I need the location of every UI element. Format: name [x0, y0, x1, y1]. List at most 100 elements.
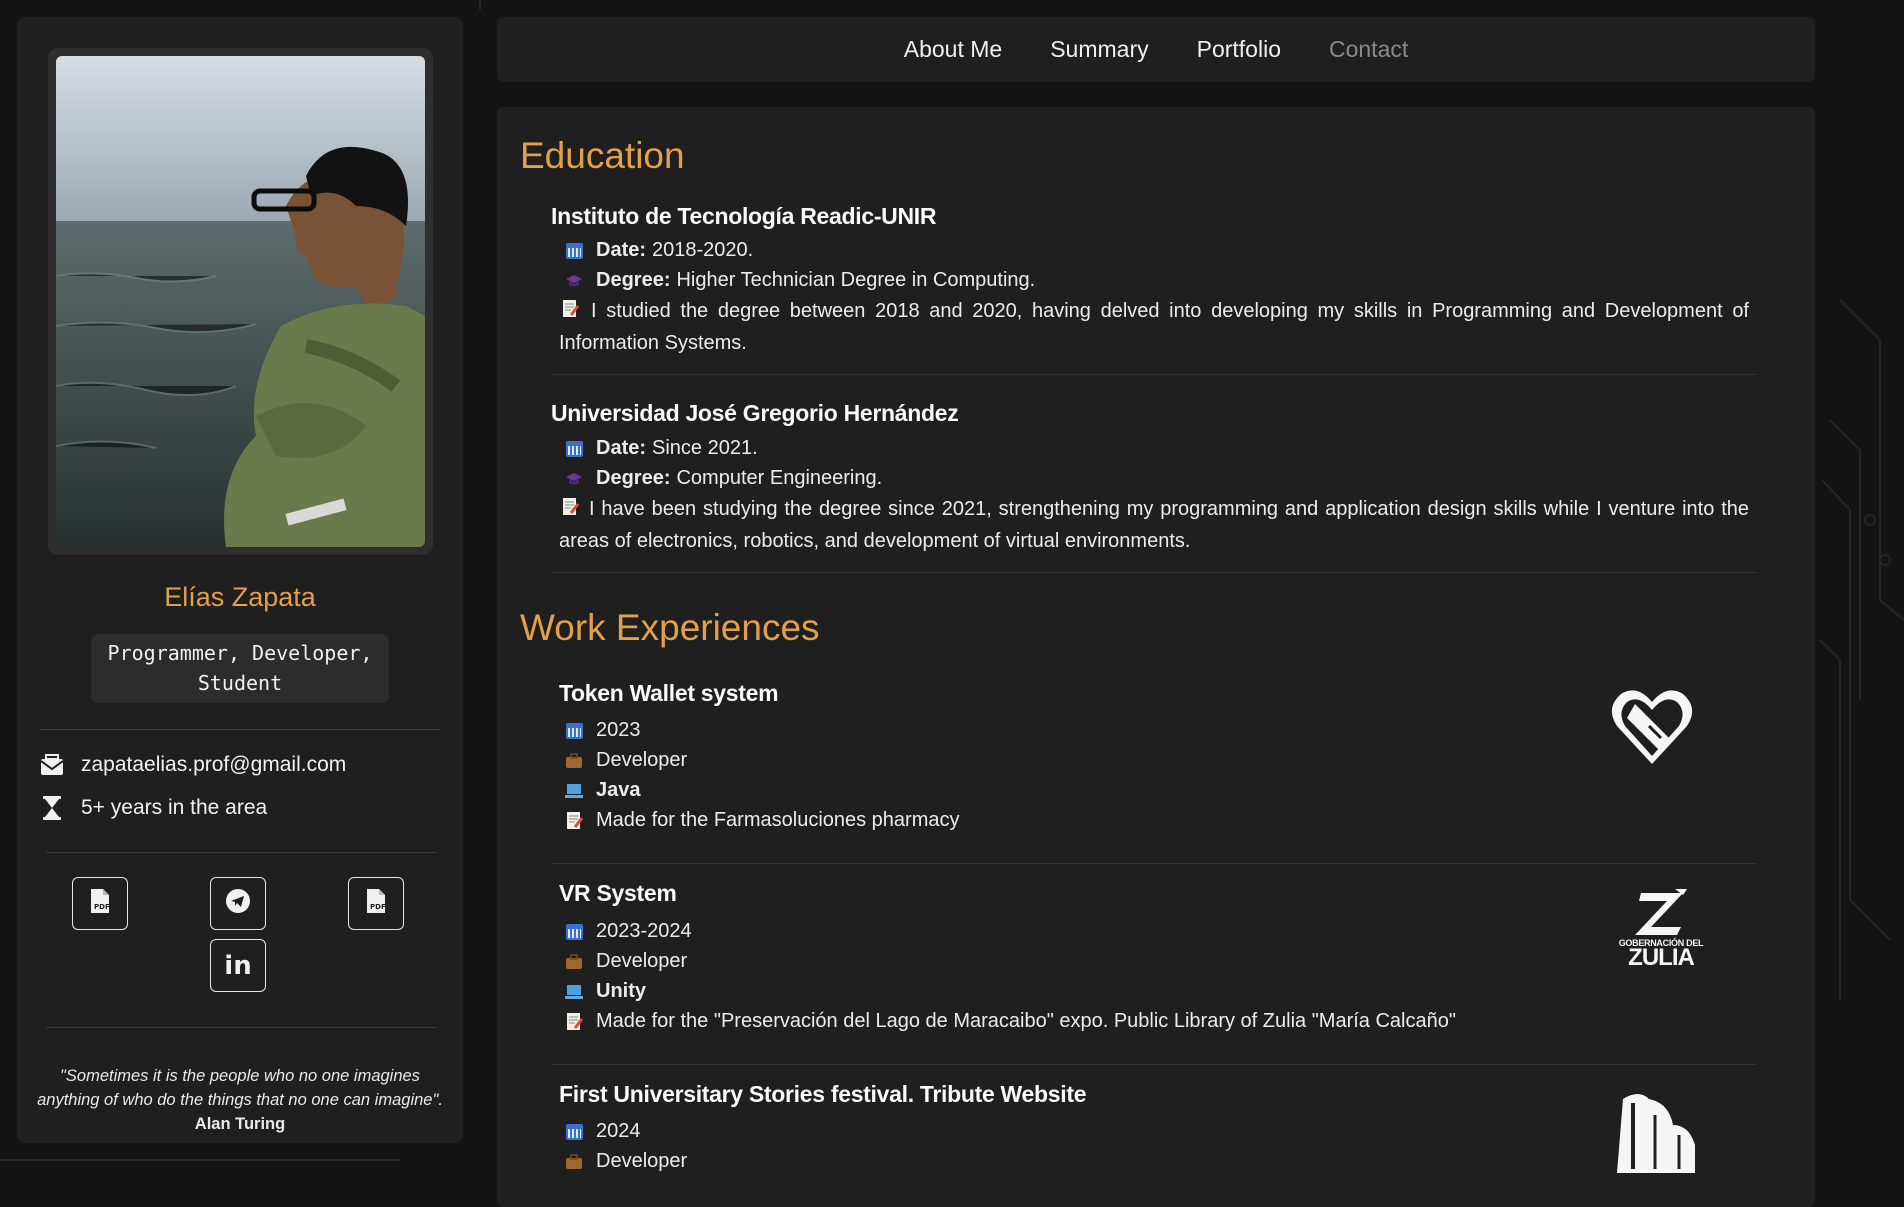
education-description: I have been studying the degree since 20…: [559, 494, 1749, 556]
calendar-icon: [563, 440, 585, 457]
date-value: Since 2021.: [652, 437, 758, 459]
degree-value: Higher Technician Degree in Computing.: [676, 269, 1036, 291]
telegram-button[interactable]: [210, 877, 266, 930]
experience-text: 5+ years in the area: [81, 796, 268, 819]
education-date: Date: 2018-2020.: [563, 239, 753, 262]
job-description: Made for the "Preservación del Lago de M…: [563, 1010, 1456, 1033]
memo-icon: [563, 811, 585, 831]
education-date: Date: Since 2021.: [563, 437, 758, 460]
pdf-icon: PDF: [88, 888, 112, 919]
divider: [551, 572, 1757, 573]
hourglass-icon: [39, 795, 65, 821]
work-heading: Work Experiences: [520, 607, 820, 648]
degree-label: Degree:: [596, 269, 671, 291]
graduation-cap-icon: [563, 273, 585, 289]
education-heading: Education: [520, 135, 685, 176]
cv-pdf-button[interactable]: PDF: [348, 877, 404, 930]
main-content: Education Instituto de Tecnología Readic…: [497, 107, 1815, 1207]
quote: "Sometimes it is the people who no one i…: [37, 1064, 443, 1136]
profile-photo-frame: [48, 48, 433, 555]
degree-value: Computer Engineering.: [676, 467, 883, 489]
job-role: Developer: [563, 950, 687, 973]
graduation-cap-icon: [563, 471, 585, 487]
description-text: Made for the Farmasoluciones pharmacy: [596, 809, 960, 831]
nav-contact[interactable]: Contact: [1329, 36, 1408, 63]
education-institution: Universidad José Gregorio Hernández: [551, 400, 959, 426]
laptop-icon: [563, 984, 585, 1000]
quote-text: "Sometimes it is the people who no one i…: [37, 1067, 443, 1109]
university-book-logo: [1609, 1085, 1713, 1180]
pdf-icon: PDF: [364, 888, 388, 919]
calendar-icon: [563, 923, 585, 940]
laptop-icon: [563, 783, 585, 799]
education-degree: Degree: Higher Technician Degree in Comp…: [563, 269, 1035, 292]
divider: [46, 852, 436, 853]
top-navigation: About Me Summary Portfolio Contact: [497, 17, 1815, 82]
job-role: Developer: [563, 1150, 687, 1173]
roles-line-2: Student: [197, 671, 283, 695]
divider: [551, 863, 1757, 864]
description-text: I studied the degree between 2018 and 20…: [559, 300, 1749, 354]
linkedin-icon: in: [224, 950, 252, 981]
telegram-icon: [225, 888, 251, 919]
svg-text:PDF: PDF: [94, 903, 110, 911]
envelope-icon: [39, 752, 65, 778]
job-year: 2023-2024: [563, 920, 692, 943]
memo-icon: [561, 298, 583, 328]
calendar-icon: [563, 242, 585, 259]
gobernacion-zulia-logo: GOBERNACIÓN DEL ZULIA: [1609, 889, 1713, 971]
roles-line-1: Programmer, Developer,: [107, 641, 373, 665]
resume-pdf-button[interactable]: PDF: [72, 877, 128, 930]
job-title: First Universitary Stories festival. Tri…: [559, 1081, 1087, 1107]
nav-portfolio[interactable]: Portfolio: [1197, 36, 1281, 63]
divider: [46, 1027, 436, 1028]
briefcase-icon: [563, 953, 585, 970]
divider: [39, 729, 441, 730]
profile-photo: [56, 56, 425, 547]
education-degree: Degree: Computer Engineering.: [563, 467, 882, 490]
role-value: Developer: [596, 749, 688, 771]
quote-author: Alan Turing: [194, 1115, 286, 1133]
date-value: 2018-2020.: [652, 239, 754, 261]
education-institution: Instituto de Tecnología Readic-UNIR: [551, 203, 937, 229]
description-text: Made for the "Preservación del Lago de M…: [596, 1010, 1456, 1032]
memo-icon: [563, 1012, 585, 1032]
job-description: Made for the Farmasoluciones pharmacy: [563, 809, 960, 832]
profile-roles-badge: Programmer, Developer, Student: [91, 634, 389, 703]
degree-label: Degree:: [596, 467, 671, 489]
job-year: 2024: [563, 1120, 641, 1143]
farmasoluciones-heart-logo: [1609, 684, 1695, 775]
briefcase-icon: [563, 1153, 585, 1170]
zulia-logo-title: ZULIA: [1628, 944, 1695, 971]
zulia-z-mark: [1635, 889, 1687, 935]
job-tech: Java: [563, 779, 647, 802]
linkedin-button[interactable]: in: [210, 939, 266, 992]
year-value: 2023-2024: [596, 920, 692, 942]
job-year: 2023: [563, 719, 641, 742]
calendar-icon: [563, 722, 585, 739]
job-tech: Unity: [563, 980, 652, 1003]
education-description: I studied the degree between 2018 and 20…: [559, 296, 1749, 358]
job-role: Developer: [563, 749, 687, 772]
profile-sidebar: Elías Zapata Programmer, Developer, Stud…: [17, 17, 463, 1143]
year-value: 2024: [596, 1120, 641, 1142]
memo-icon: [561, 496, 583, 526]
role-value: Developer: [596, 1150, 688, 1172]
profile-name: Elías Zapata: [164, 582, 316, 612]
job-title: VR System: [559, 880, 677, 906]
calendar-icon: [563, 1123, 585, 1140]
date-label: Date:: [596, 437, 647, 459]
svg-text:PDF: PDF: [370, 903, 386, 911]
nav-about-me[interactable]: About Me: [904, 36, 1002, 63]
job-title: Token Wallet system: [559, 680, 779, 706]
briefcase-icon: [563, 752, 585, 769]
date-label: Date:: [596, 239, 647, 261]
divider: [551, 374, 1757, 375]
description-text: I have been studying the degree since 20…: [559, 498, 1749, 552]
nav-summary[interactable]: Summary: [1050, 36, 1148, 63]
experience-row: 5+ years in the area: [39, 795, 267, 821]
divider: [551, 1064, 1757, 1065]
email-row[interactable]: zapataelias.prof@gmail.com: [39, 752, 346, 778]
tech-value: Unity: [596, 980, 646, 1002]
year-value: 2023: [596, 719, 641, 741]
